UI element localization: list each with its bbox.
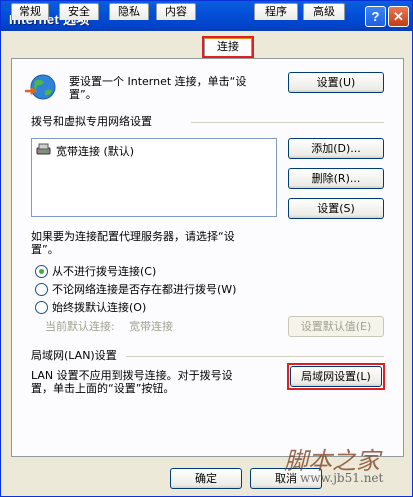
watermark-url: www.jb51.net bbox=[300, 471, 384, 485]
tab-general[interactable]: 常规 bbox=[11, 3, 49, 20]
add-button[interactable]: 添加(D)... bbox=[288, 138, 384, 159]
radio-dial-when-no-network[interactable] bbox=[35, 283, 48, 296]
setup-text-line1: 要设置一个 Internet 连接，单击“设 bbox=[69, 75, 247, 88]
settings-button[interactable]: 设置(S) bbox=[288, 198, 384, 219]
tab-content[interactable]: 内容 bbox=[156, 3, 196, 20]
proxy-note-line2: 置”。 bbox=[31, 243, 59, 256]
globe-connection-icon bbox=[25, 74, 56, 100]
radio-always-dial-default-label[interactable]: 始终拨默认连接(O) bbox=[52, 301, 146, 314]
radio-dial-when-no-network-label[interactable]: 不论网络连接是否存在都进行拨号(W) bbox=[52, 283, 236, 296]
lan-divider bbox=[126, 356, 384, 357]
modem-icon bbox=[36, 143, 51, 155]
close-button[interactable]: ✕ bbox=[388, 6, 409, 27]
list-item-label: 宽带连接 (默认) bbox=[56, 145, 135, 158]
tab-privacy[interactable]: 隐私 bbox=[109, 3, 149, 20]
tab-highlight-frame bbox=[202, 36, 254, 58]
current-default-value: 宽带连接 bbox=[129, 320, 173, 333]
connection-list[interactable]: 宽带连接 (默认) bbox=[31, 138, 277, 217]
radio-never-dial[interactable] bbox=[35, 265, 48, 278]
setup-text-line2: 置”。 bbox=[69, 88, 97, 101]
dialup-divider bbox=[191, 122, 384, 123]
lan-note-line2: 置，单击上面的“设置”按钮。 bbox=[31, 382, 175, 395]
set-default-button[interactable]: 设置默认值(E) bbox=[288, 316, 384, 337]
setup-button[interactable]: 设置(U) bbox=[288, 72, 384, 93]
proxy-note-line1: 如果要为连接配置代理服务器，请选择“设 bbox=[31, 230, 235, 243]
tab-advanced[interactable]: 高级 bbox=[303, 3, 345, 20]
radio-never-dial-label[interactable]: 从不进行拨号连接(C) bbox=[52, 265, 156, 278]
tab-programs[interactable]: 程序 bbox=[254, 3, 298, 20]
tab-security[interactable]: 安全 bbox=[59, 3, 99, 20]
radio-always-dial-default[interactable] bbox=[35, 301, 48, 314]
internet-options-window: Internet 选项 ? ✕ 常规 安全 隐私 内容 连接 程序 高级 要设置… bbox=[0, 0, 413, 497]
lan-button-highlight-frame bbox=[287, 363, 385, 390]
help-button[interactable]: ? bbox=[365, 6, 386, 27]
lan-note-line1: LAN 设置不应用到拨号连接。对于拨号设 bbox=[31, 369, 233, 382]
ok-button[interactable]: 确定 bbox=[170, 468, 242, 489]
dialup-heading: 拨号和虚拟专用网络设置 bbox=[31, 115, 152, 128]
lan-heading: 局域网(LAN)设置 bbox=[31, 349, 117, 362]
remove-button[interactable]: 删除(R)... bbox=[288, 168, 384, 189]
current-default-label: 当前默认连接: bbox=[45, 320, 115, 333]
watermark: 脚本之家 www.jb51.net bbox=[284, 441, 383, 485]
